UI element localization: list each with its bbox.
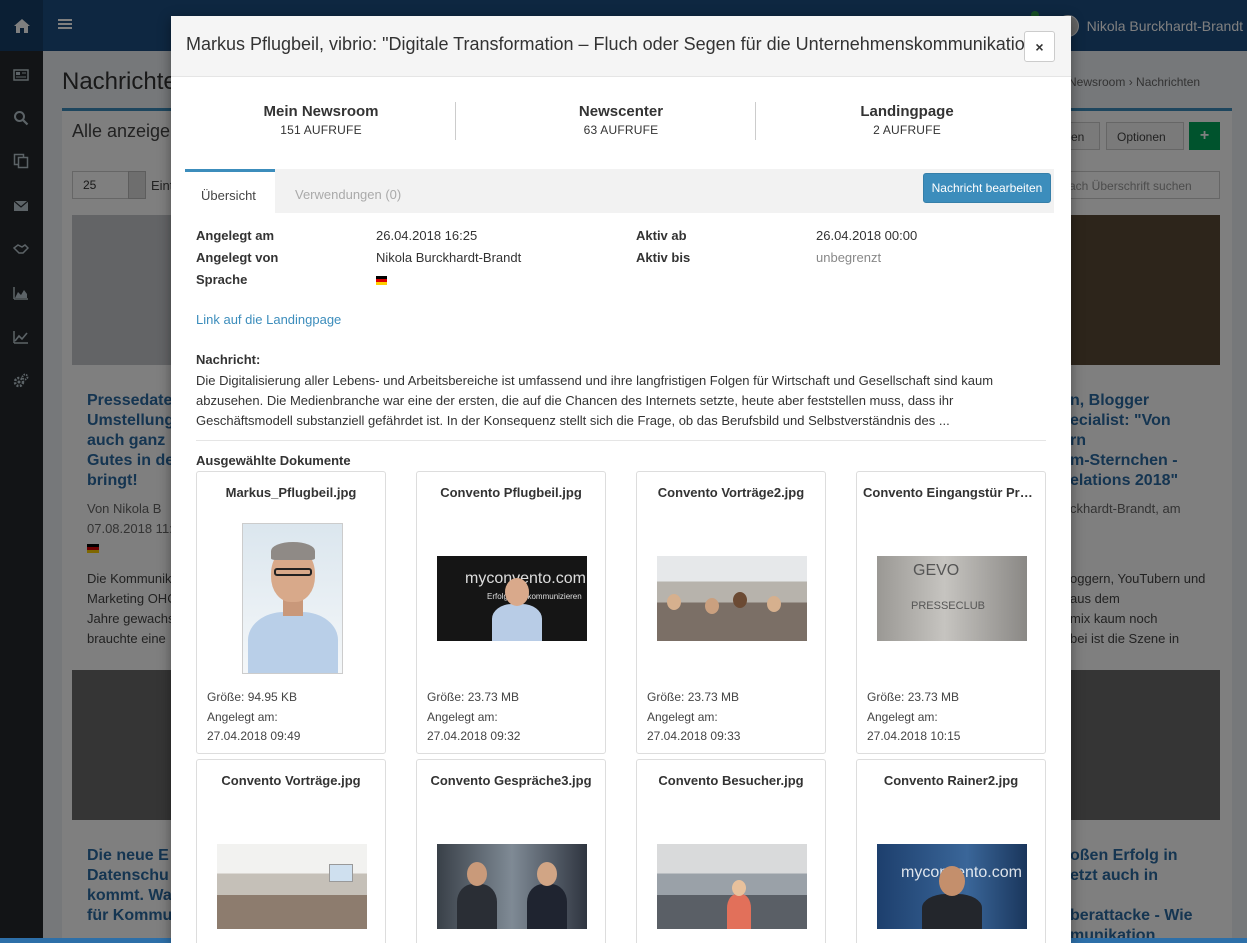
document-thumbnail: myconvento.com bbox=[877, 844, 1027, 929]
created-value: 27.04.2018 09:32 bbox=[427, 729, 521, 743]
document-thumbnail: myconvento.com Erfolgreich kommunizieren bbox=[437, 556, 587, 641]
document-name: Convento Besucher.jpg bbox=[658, 773, 804, 788]
news-info: Angelegt am 26.04.2018 16:25 Angelegt vo… bbox=[196, 225, 1046, 295]
size-value: 23.73 MB bbox=[907, 690, 960, 704]
created-label: Angelegt am: bbox=[647, 709, 718, 724]
document-thumbnail bbox=[242, 523, 343, 674]
created-by-value: Nikola Burckhardt-Brandt bbox=[376, 250, 522, 265]
document-meta: Größe: 23.73 MB Angelegt am: 27.04.2018 … bbox=[427, 688, 520, 747]
document-name: Markus_Pflugbeil.jpg bbox=[225, 485, 357, 500]
document-card[interactable]: Convento Besucher.jpg bbox=[636, 759, 826, 943]
stat-label: Landingpage bbox=[860, 103, 954, 120]
created-at-label: Angelegt am bbox=[196, 228, 275, 243]
document-meta: Größe: 23.73 MB Angelegt am: 27.04.2018 … bbox=[867, 688, 960, 747]
close-icon: × bbox=[1035, 38, 1044, 55]
size-value: 23.73 MB bbox=[467, 690, 520, 704]
edit-news-button[interactable]: Nachricht bearbeiten bbox=[923, 173, 1051, 203]
size-label: Größe: bbox=[647, 690, 685, 704]
document-name: Convento Vorträge.jpg bbox=[221, 773, 361, 788]
thumbnail-subtext: Erfolgreich kommunizieren bbox=[487, 592, 582, 601]
active-until-label: Aktiv bis bbox=[636, 250, 691, 265]
divider bbox=[196, 440, 1046, 441]
stat-divider bbox=[755, 102, 756, 140]
document-name: Convento Gespräche3.jpg bbox=[430, 773, 592, 788]
document-thumbnail: GEVO PRESSECLUB bbox=[877, 556, 1027, 641]
document-card[interactable]: Convento Pflugbeil.jpg myconvento.com Er… bbox=[416, 471, 606, 754]
document-card[interactable]: Convento Eingangstür Presseclub.jpg GEVO… bbox=[856, 471, 1046, 754]
document-meta: Größe: 23.73 MB Angelegt am: 27.04.2018 … bbox=[647, 688, 740, 747]
message-text: Die Digitalisierung aller Lebens- und Ar… bbox=[196, 373, 994, 428]
active-from-label: Aktiv ab bbox=[636, 228, 687, 243]
stat-divider bbox=[455, 102, 456, 140]
created-at-value: 26.04.2018 16:25 bbox=[376, 228, 478, 243]
document-card[interactable]: Convento Rainer2.jpg myconvento.com bbox=[856, 759, 1046, 943]
document-card[interactable]: Markus_Pflugbeil.jpg Größe: 94.95 KB Ang… bbox=[196, 471, 386, 754]
document-meta: Größe: 94.95 KB Angelegt am: 27.04.2018 … bbox=[207, 688, 300, 747]
size-label: Größe: bbox=[207, 690, 245, 704]
document-card[interactable]: Convento Vorträge2.jpg Größe: 23.73 MB A… bbox=[636, 471, 826, 754]
thumbnail-text: GEVO bbox=[913, 562, 960, 579]
created-label: Angelegt am: bbox=[867, 709, 938, 724]
document-name: Convento Rainer2.jpg bbox=[883, 773, 1019, 788]
stat-count: 151 AUFRUFE bbox=[280, 123, 362, 137]
modal-header: Markus Pflugbeil, vibrio: "Digitale Tran… bbox=[171, 16, 1071, 77]
created-label: Angelegt am: bbox=[427, 709, 498, 724]
thumbnail-text: PRESSECLUB bbox=[911, 600, 985, 612]
language-label: Sprache bbox=[196, 272, 248, 287]
tab-uebersicht[interactable]: Übersicht bbox=[185, 169, 275, 213]
news-detail-modal: Markus Pflugbeil, vibrio: "Digitale Tran… bbox=[171, 16, 1071, 943]
document-name: Convento Vorträge2.jpg bbox=[657, 485, 805, 500]
document-thumbnail bbox=[217, 844, 367, 929]
landingpage-link[interactable]: Link auf die Landingpage bbox=[196, 312, 341, 327]
created-by-label: Angelegt von bbox=[196, 250, 279, 265]
size-label: Größe: bbox=[867, 690, 905, 704]
created-value: 27.04.2018 09:33 bbox=[647, 729, 741, 743]
documents-label: Ausgewählte Dokumente bbox=[196, 453, 351, 468]
document-thumbnail bbox=[437, 844, 587, 929]
document-thumbnail bbox=[657, 844, 807, 929]
message-label: Nachricht: bbox=[196, 352, 261, 367]
stat-count: 2 AUFRUFE bbox=[873, 123, 941, 137]
document-name: Convento Eingangstür Presseclub.jpg bbox=[863, 485, 1039, 500]
modal-title: Markus Pflugbeil, vibrio: "Digitale Tran… bbox=[186, 34, 1052, 54]
document-name: Convento Pflugbeil.jpg bbox=[440, 485, 582, 500]
created-value: 27.04.2018 10:15 bbox=[867, 729, 961, 743]
stat-label: Newscenter bbox=[578, 103, 664, 120]
stat-label: Mein Newsroom bbox=[263, 103, 379, 120]
created-value: 27.04.2018 09:49 bbox=[207, 729, 301, 743]
size-value: 94.95 KB bbox=[247, 690, 298, 704]
stat-count: 63 AUFRUFE bbox=[583, 123, 659, 137]
document-thumbnail bbox=[657, 556, 807, 641]
view-stats: Mein Newsroom 151 AUFRUFE Newscenter 63 … bbox=[171, 78, 1071, 158]
document-card[interactable]: Convento Vorträge.jpg bbox=[196, 759, 386, 943]
document-card[interactable]: Convento Gespräche3.jpg bbox=[416, 759, 606, 943]
stat-newscenter: Newscenter 63 AUFRUFE bbox=[481, 103, 761, 137]
active-from-value: 26.04.2018 00:00 bbox=[816, 228, 918, 243]
active-until-value: unbegrenzt bbox=[816, 250, 882, 265]
created-label: Angelegt am: bbox=[207, 709, 278, 724]
stat-mein-newsroom: Mein Newsroom 151 AUFRUFE bbox=[181, 103, 461, 137]
size-value: 23.73 MB bbox=[687, 690, 740, 704]
size-label: Größe: bbox=[427, 690, 465, 704]
tab-verwendungen[interactable]: Verwendungen (0) bbox=[279, 169, 417, 213]
close-button[interactable]: × bbox=[1024, 31, 1055, 62]
stat-landingpage: Landingpage 2 AUFRUFE bbox=[767, 103, 1047, 137]
de-flag-icon bbox=[376, 276, 387, 286]
